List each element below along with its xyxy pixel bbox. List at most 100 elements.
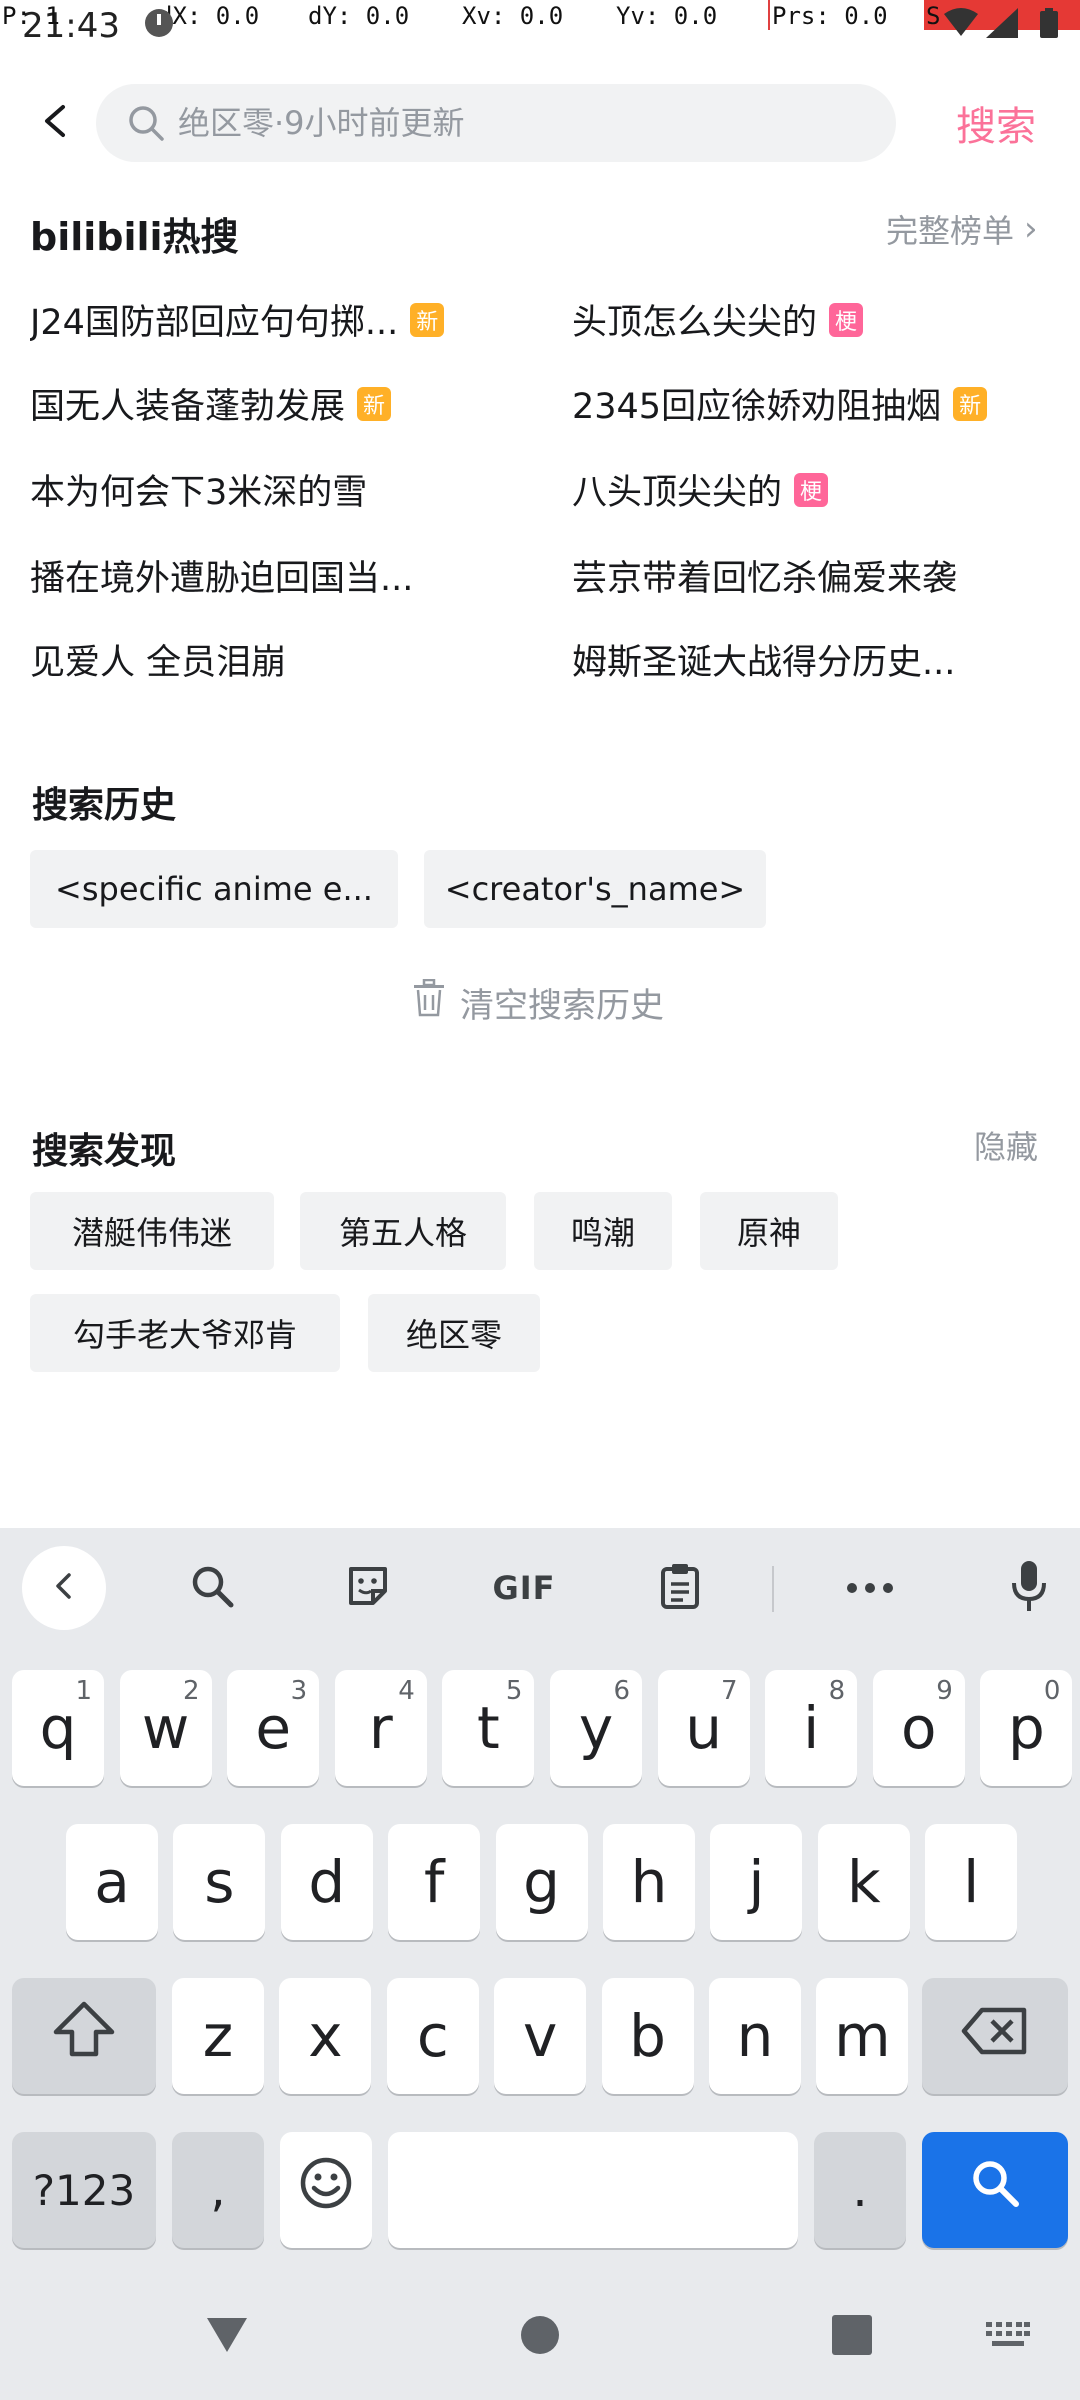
discover-chip[interactable]: 第五人格	[300, 1192, 506, 1270]
voice-input-button[interactable]	[982, 1548, 1076, 1628]
clipboard-button[interactable]	[602, 1548, 758, 1628]
key-label: y	[578, 1694, 614, 1762]
hide-discover-button[interactable]: 隐藏	[974, 1122, 1038, 1168]
discover-title: 搜索发现	[32, 1131, 177, 1172]
hot-search-item[interactable]: 见爱人 全员泪崩	[30, 634, 286, 685]
keyboard-switch-button[interactable]	[956, 2274, 1060, 2400]
hot-search-item[interactable]: 芸京带着回忆杀偏爱来袭	[572, 550, 957, 601]
search-submit-button[interactable]: 搜索	[912, 84, 1080, 162]
backspace-icon	[960, 2002, 1030, 2070]
key-d[interactable]: d	[280, 1824, 373, 1940]
hot-search-item[interactable]: 头顶怎么尖尖的梗	[572, 294, 864, 345]
toolbar-divider	[772, 1566, 774, 1612]
more-icon	[846, 1579, 894, 1598]
key-l[interactable]: l	[925, 1824, 1018, 1940]
nav-back-button[interactable]	[124, 2274, 330, 2400]
key-k[interactable]: k	[817, 1824, 910, 1940]
search-icon	[126, 103, 166, 143]
key-j[interactable]: j	[710, 1824, 803, 1940]
hot-search-item[interactable]: J24国防部回应句句掷... 新	[30, 294, 445, 345]
key-a[interactable]: a	[66, 1824, 158, 1940]
key-v[interactable]: v	[494, 1978, 587, 2094]
key-i[interactable]: i8	[765, 1670, 858, 1786]
debug-size: S	[926, 2, 941, 30]
space-key[interactable]	[388, 2132, 798, 2248]
new-badge: 新	[357, 386, 392, 421]
key-m[interactable]: m	[816, 1978, 909, 2094]
hot-search-item[interactable]: 2345回应徐娇劝阻抽烟新	[572, 378, 988, 429]
back-triangle-icon	[205, 2316, 249, 2358]
key-t[interactable]: t5	[442, 1670, 535, 1786]
history-chip[interactable]: <specific anime e...	[30, 850, 398, 928]
new-badge: 新	[410, 302, 445, 337]
full-list-link[interactable]: 完整榜单 ›	[886, 206, 1038, 252]
key-number-hint: 4	[398, 1676, 415, 1706]
key-label: p	[1007, 1694, 1045, 1762]
key-g[interactable]: g	[495, 1824, 588, 1940]
clear-history-button[interactable]: 清空搜索历史	[412, 978, 664, 1027]
shift-arrow-icon	[52, 2000, 116, 2072]
key-s[interactable]: s	[173, 1824, 266, 1940]
symbols-key[interactable]: ?123	[12, 2132, 156, 2248]
key-q[interactable]: q1	[12, 1670, 104, 1786]
search-input[interactable]	[178, 104, 858, 142]
hot-search-item[interactable]: 八头顶尖尖的梗	[572, 464, 829, 515]
chevron-right-icon: ›	[1024, 209, 1038, 249]
keyboard-search-button[interactable]	[134, 1548, 290, 1628]
keyboard-back-button[interactable]	[22, 1546, 106, 1630]
key-w[interactable]: w2	[119, 1670, 212, 1786]
back-button[interactable]	[26, 94, 84, 152]
discover-chip[interactable]: 原神	[700, 1192, 838, 1270]
debug-pointer: P: 1	[2, 2, 60, 30]
discover-chip[interactable]: 潜艇伟伟迷	[30, 1192, 274, 1270]
signal-icon	[986, 8, 1018, 44]
hot-search-text: 见爱人 全员泪崩	[30, 643, 287, 683]
key-o[interactable]: o9	[872, 1670, 965, 1786]
key-label: i	[803, 1694, 820, 1762]
nav-home-button[interactable]	[436, 2274, 644, 2400]
alarm-icon	[142, 6, 176, 46]
key-z[interactable]: z	[172, 1978, 264, 2094]
shift-key[interactable]	[12, 1978, 156, 2094]
discover-chip[interactable]: 勾手老大爷邓肯	[30, 1294, 340, 1372]
nav-recents-button[interactable]	[748, 2274, 956, 2400]
hot-search-item[interactable]: 本为何会下3米深的雪	[30, 464, 367, 515]
comma-key[interactable]: ,	[172, 2132, 264, 2248]
search-enter-key[interactable]	[922, 2132, 1068, 2248]
sticker-button[interactable]	[290, 1548, 446, 1628]
key-c[interactable]: c	[386, 1978, 479, 2094]
key-n[interactable]: n	[709, 1978, 801, 2094]
gif-button[interactable]: GIF	[446, 1548, 602, 1628]
key-f[interactable]: f	[388, 1824, 481, 1940]
recents-square-icon	[832, 2315, 872, 2359]
key-x[interactable]: x	[279, 1978, 372, 2094]
key-h[interactable]: h	[603, 1824, 695, 1940]
key-y[interactable]: y6	[550, 1670, 642, 1786]
key-label: q	[39, 1694, 77, 1762]
hot-search-item[interactable]: 国无人装备蓬勃发展新	[30, 378, 392, 429]
mic-icon	[1009, 1559, 1049, 1617]
gif-icon: GIF	[492, 1569, 556, 1607]
discover-chip[interactable]: 鸣潮	[534, 1192, 672, 1270]
chevron-left-icon	[49, 1571, 79, 1605]
hot-search-text: 头顶怎么尖尖的	[572, 303, 818, 343]
new-badge: 新	[953, 386, 988, 421]
key-number-hint: 2	[183, 1676, 200, 1706]
history-chip[interactable]: <creator's_name>	[424, 850, 766, 928]
key-p[interactable]: p0	[980, 1670, 1073, 1786]
emoji-key[interactable]	[280, 2132, 372, 2248]
hot-search-item[interactable]: 姆斯圣诞大战得分历史...	[572, 634, 955, 685]
more-options-button[interactable]	[792, 1548, 948, 1628]
hot-search-item[interactable]: 播在境外遭胁迫回国当...	[30, 550, 413, 601]
discover-chip[interactable]: 绝区零	[368, 1294, 540, 1372]
hot-search-text: 播在境外遭胁迫回国当...	[30, 559, 414, 599]
search-bar[interactable]	[96, 84, 896, 162]
key-u[interactable]: u7	[657, 1670, 750, 1786]
hot-search-text: 姆斯圣诞大战得分历史...	[572, 643, 956, 683]
key-b[interactable]: b	[601, 1978, 694, 2094]
backspace-key[interactable]	[922, 1978, 1068, 2094]
key-e[interactable]: e3	[227, 1670, 320, 1786]
back-arrow-icon	[35, 101, 75, 145]
key-r[interactable]: r4	[334, 1670, 427, 1786]
period-key[interactable]: .	[814, 2132, 906, 2248]
